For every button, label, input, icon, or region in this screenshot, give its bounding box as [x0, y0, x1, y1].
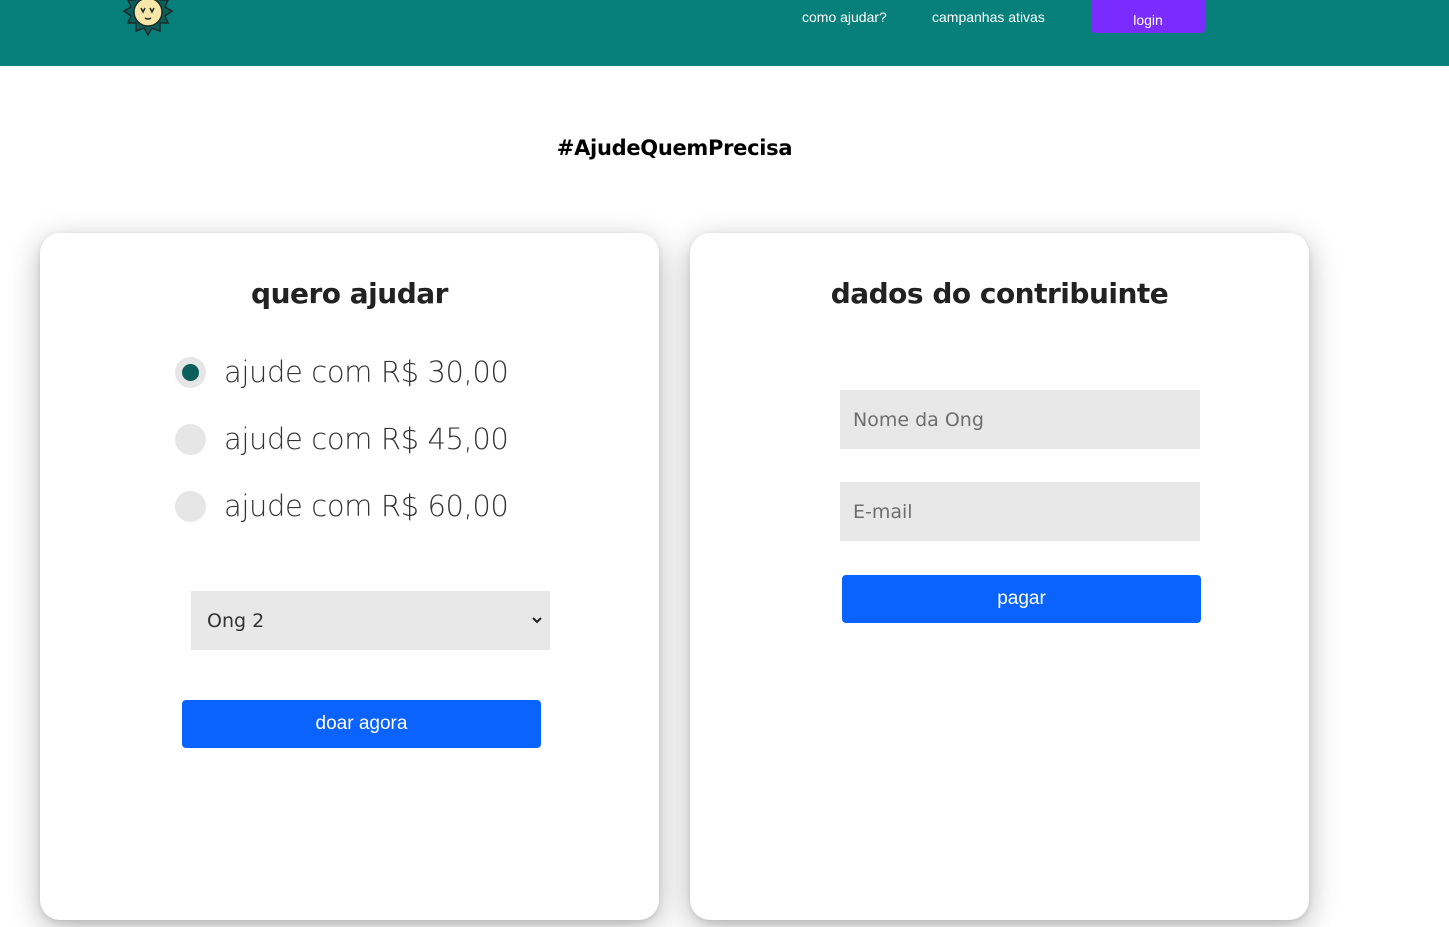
radio-button[interactable] [175, 423, 206, 455]
donation-option-60[interactable]: ajude com R$ 60,00 [175, 486, 575, 526]
radio-button-checked[interactable] [175, 356, 206, 388]
nav-link-campanhas-ativas[interactable]: campanhas ativas [932, 8, 1045, 26]
ong-select-value: Ong 2 [207, 609, 265, 632]
contributor-card-title: dados do contribuinte [830, 277, 1169, 310]
chevron-down-icon [532, 617, 542, 624]
donation-option-45[interactable]: ajude com R$ 45,00 [175, 419, 575, 459]
ong-name-input[interactable] [840, 390, 1200, 449]
donation-option-label: ajude com R$ 60,00 [224, 489, 509, 523]
donation-option-label: ajude com R$ 30,00 [224, 355, 509, 389]
donation-option-label: ajude com R$ 45,00 [224, 422, 509, 456]
page-hashtag-title: #AjudeQuemPrecisa [556, 136, 793, 160]
donation-card-title: quero ajudar [251, 277, 448, 310]
contributor-card: dados do contribuinte pagar [690, 233, 1309, 920]
pay-button[interactable]: pagar [842, 575, 1201, 623]
nav-link-como-ajudar[interactable]: como ajudar? [802, 8, 887, 26]
donation-option-30[interactable]: ajude com R$ 30,00 [175, 352, 575, 392]
top-navbar: como ajudar? campanhas ativas login [0, 0, 1449, 66]
ong-select[interactable]: Ong 2 [191, 591, 550, 650]
donation-card: quero ajudar ajude com R$ 30,00 ajude co… [40, 233, 659, 920]
donate-now-button[interactable]: doar agora [182, 700, 541, 748]
sun-mascot-logo[interactable] [120, 0, 176, 38]
radio-button[interactable] [175, 490, 206, 522]
login-button[interactable]: login [1091, 0, 1205, 33]
email-input[interactable] [840, 482, 1200, 541]
